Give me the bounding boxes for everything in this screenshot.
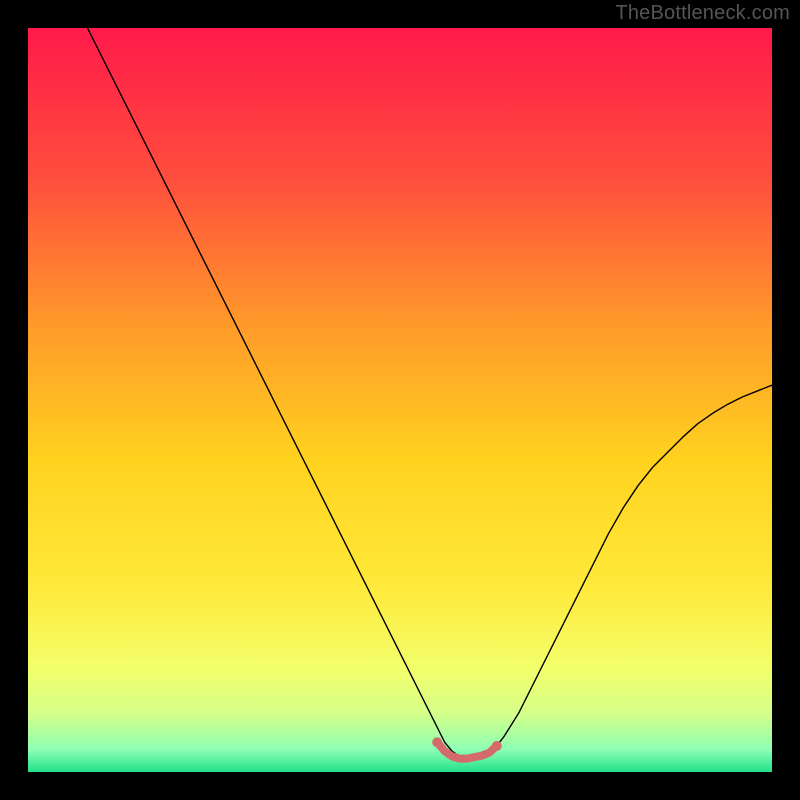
optimal-range-endpoint <box>492 741 502 751</box>
bottleneck-chart <box>28 28 772 772</box>
chart-container: TheBottleneck.com <box>0 0 800 800</box>
optimal-range-endpoint <box>432 737 442 747</box>
watermark-text: TheBottleneck.com <box>615 2 790 25</box>
gradient-background <box>28 28 772 772</box>
